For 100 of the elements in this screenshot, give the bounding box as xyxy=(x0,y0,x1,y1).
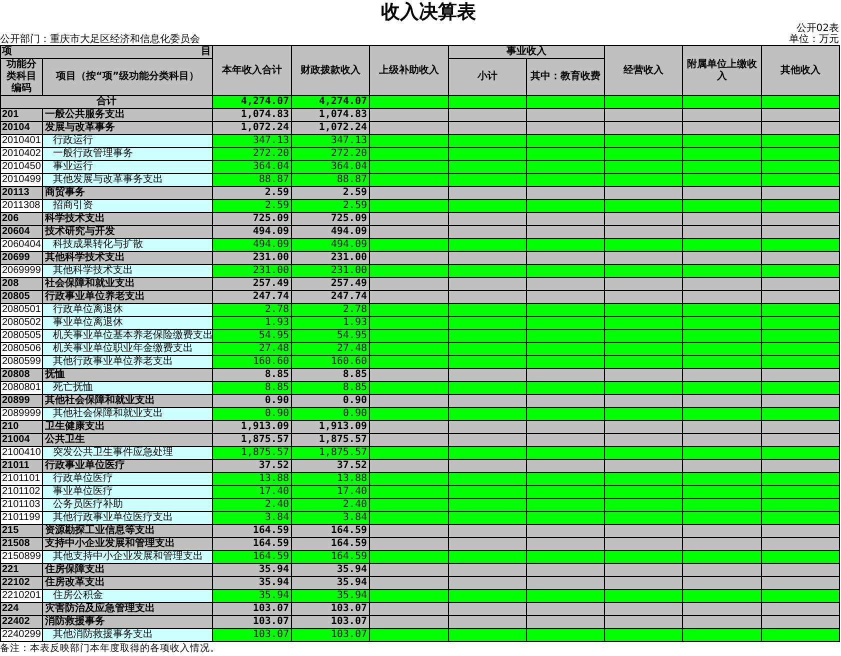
table-cell: 其他社会保障和就业支出 xyxy=(42,394,212,408)
table-cell: 257.49 xyxy=(212,278,292,290)
table-cell: 事业单位离退休 xyxy=(42,316,212,330)
column-header: 事业收入 xyxy=(448,46,604,58)
table-cell: 抚恤 xyxy=(42,368,212,382)
table-cell: 231.00 xyxy=(292,264,370,278)
table-cell: 1,074.83 xyxy=(292,108,370,122)
table-cell: 3.84 xyxy=(212,512,292,524)
table-cell: 2089999 xyxy=(0,408,42,420)
table-cell: 20805 xyxy=(0,290,42,304)
table-cell: 2100410 xyxy=(0,446,42,460)
table-cell: 机关事业单位职业年金缴费支出 xyxy=(42,342,212,356)
table-cell: 13.88 xyxy=(292,472,370,486)
table-cell: 224 xyxy=(0,602,42,616)
table-cell: 行政事业单位养老支出 xyxy=(42,290,212,304)
column-header: 附属单位上缴收入 xyxy=(682,46,762,96)
table-cell: 164.59 xyxy=(292,524,370,538)
table-cell: 247.74 xyxy=(292,290,370,304)
table-cell: 210 xyxy=(0,420,42,434)
table-cell: 2080505 xyxy=(0,330,42,342)
table-cell: 231.00 xyxy=(292,252,370,264)
table-cell: 0.90 xyxy=(292,394,370,408)
table-cell: 其他行政事业单位养老支出 xyxy=(42,356,212,368)
table-cell: 103.07 xyxy=(292,602,370,616)
table-cell: 13.88 xyxy=(212,472,292,486)
table-cell: 0.90 xyxy=(212,394,292,408)
table-cell: 208 xyxy=(0,278,42,290)
table-cell: 54.95 xyxy=(292,330,370,342)
table-cell: 231.00 xyxy=(212,264,292,278)
table-cell: 科技成果转化与扩散 xyxy=(42,238,212,252)
table-cell: 88.87 xyxy=(292,174,370,186)
table-cell: 2080506 xyxy=(0,342,42,356)
table-cell: 201 xyxy=(0,108,42,122)
table-cell: 2101101 xyxy=(0,472,42,486)
table-cell: 公务员医疗补助 xyxy=(42,498,212,512)
table-cell: 725.09 xyxy=(212,212,292,226)
table-cell: 技术研究与开发 xyxy=(42,226,212,238)
column-header: 上级补助收入 xyxy=(370,46,448,96)
table-cell: 347.13 xyxy=(212,134,292,148)
table-cell: 2.59 xyxy=(292,186,370,200)
column-header: 其中：教育收费 xyxy=(526,58,604,96)
table-cell: 35.94 xyxy=(292,590,370,602)
table-cell: 494.09 xyxy=(292,238,370,252)
table-cell: 20899 xyxy=(0,394,42,408)
table-cell: 494.09 xyxy=(292,226,370,238)
table-cell: 2010499 xyxy=(0,174,42,186)
table-cell: 20113 xyxy=(0,186,42,200)
table-cell: 2080501 xyxy=(0,304,42,316)
table-cell: 1,072.24 xyxy=(292,122,370,134)
table-cell: 272.20 xyxy=(212,148,292,160)
table-cell: 其他科学技术支出 xyxy=(42,252,212,264)
table-cell: 2.78 xyxy=(292,304,370,316)
table-cell: 103.07 xyxy=(292,628,370,642)
table-cell: 725.09 xyxy=(292,212,370,226)
table-cell: 1,072.24 xyxy=(212,122,292,134)
table-cell: 2011308 xyxy=(0,200,42,212)
table-cell: 住房保障支出 xyxy=(42,564,212,576)
table-cell: 4,274.07 xyxy=(212,96,292,108)
table-cell: 卫生健康支出 xyxy=(42,420,212,434)
table-cell: 54.95 xyxy=(212,330,292,342)
table-cell: 364.04 xyxy=(212,160,292,174)
table-cell: 160.60 xyxy=(292,356,370,368)
table-cell: 招商引资 xyxy=(42,200,212,212)
table-cell: 103.07 xyxy=(212,628,292,642)
table-cell: 一般公共服务支出 xyxy=(42,108,212,122)
table-cell: 8.85 xyxy=(292,382,370,394)
unit-label: 单位：万元 xyxy=(789,34,839,45)
table-cell: 164.59 xyxy=(292,538,370,550)
column-header: 功能分类科目编码 xyxy=(0,58,42,96)
table-cell: 2101102 xyxy=(0,486,42,498)
table-cell: 一般行政管理事务 xyxy=(42,148,212,160)
table-cell: 公共卫生 xyxy=(42,434,212,446)
table-cell: 0.90 xyxy=(212,408,292,420)
column-header: 财政拨款收入 xyxy=(292,46,370,96)
table-cell: 2101199 xyxy=(0,512,42,524)
table-cell: 22402 xyxy=(0,616,42,628)
table-cell: 1,913.09 xyxy=(292,420,370,434)
table-cell: 164.59 xyxy=(212,550,292,564)
table-cell: 2.59 xyxy=(212,200,292,212)
table-cell: 27.48 xyxy=(292,342,370,356)
table-cell: 机关事业单位基本养老保险缴费支出 xyxy=(42,330,212,342)
table-cell: 2.59 xyxy=(212,186,292,200)
table-cell: 社会保障和就业支出 xyxy=(42,278,212,290)
table-cell: 事业单位医疗 xyxy=(42,486,212,498)
table-cell: 死亡抚恤 xyxy=(42,382,212,394)
table-cell: 364.04 xyxy=(292,160,370,174)
table-cell: 4,274.07 xyxy=(292,96,370,108)
table-cell: 2080599 xyxy=(0,356,42,368)
table-cell: 20104 xyxy=(0,122,42,134)
table-cell: 突发公共卫生事件应急处理 xyxy=(42,446,212,460)
table-cell: 支持中小企业发展和管理支出 xyxy=(42,538,212,550)
department-label: 公开部门：重庆市大足区经济和信息化委员会 xyxy=(0,34,200,45)
form-number: 公开02表 xyxy=(796,23,839,34)
table-cell: 3.84 xyxy=(292,512,370,524)
table-cell: 2.59 xyxy=(292,200,370,212)
table-cell: 35.94 xyxy=(212,564,292,576)
table-cell: 1,913.09 xyxy=(212,420,292,434)
table-cell: 1,875.57 xyxy=(212,446,292,460)
table-cell: 21011 xyxy=(0,460,42,472)
table-cell: 行政事业单位医疗 xyxy=(42,460,212,472)
